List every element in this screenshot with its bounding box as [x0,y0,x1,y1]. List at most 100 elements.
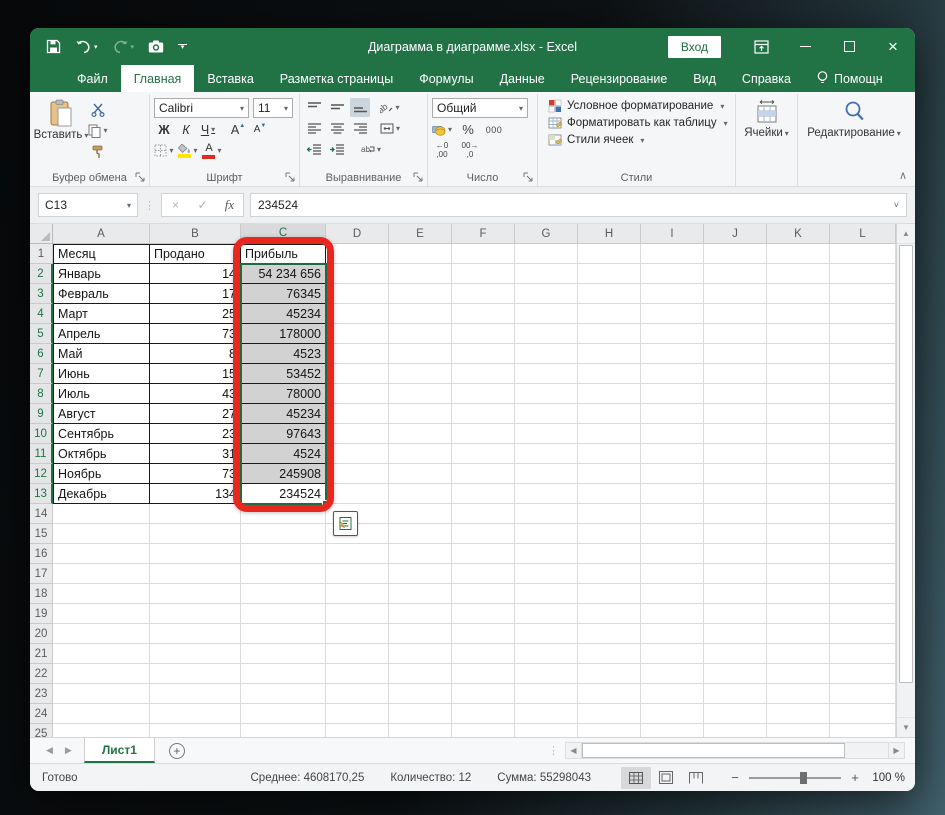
row-header-4[interactable]: 4 [30,304,53,324]
alignment-dialog-launcher[interactable] [413,172,424,183]
tab-page-layout[interactable]: Разметка страницы [267,65,406,92]
cell-B20[interactable] [150,624,241,644]
cell-K5[interactable] [767,324,830,344]
cell-F13[interactable] [452,484,515,504]
cell-I25[interactable] [641,724,704,737]
cell-E25[interactable] [389,724,452,737]
cell-C8[interactable]: 78000 [241,384,326,404]
cell-C2[interactable]: 54 234 656 [241,264,326,284]
accounting-format-button[interactable] [432,120,452,139]
cell-C19[interactable] [241,604,326,624]
increase-indent-button[interactable] [327,140,347,159]
cell-I22[interactable] [641,664,704,684]
cell-B25[interactable] [150,724,241,737]
cell-H3[interactable] [578,284,641,304]
cell-H24[interactable] [578,704,641,724]
align-top-button[interactable] [304,98,324,117]
cell-J1[interactable] [704,244,767,264]
cell-K3[interactable] [767,284,830,304]
cell-B8[interactable]: 43 [150,384,241,404]
cell-B14[interactable] [150,504,241,524]
cell-K8[interactable] [767,384,830,404]
cell-G1[interactable] [515,244,578,264]
cell-E12[interactable] [389,464,452,484]
maximize-button[interactable] [827,28,871,65]
cell-F3[interactable] [452,284,515,304]
cell-I24[interactable] [641,704,704,724]
tab-home[interactable]: Главная [121,65,195,92]
cell-F10[interactable] [452,424,515,444]
cell-I4[interactable] [641,304,704,324]
cell-L21[interactable] [830,644,896,664]
cell-B24[interactable] [150,704,241,724]
cell-F24[interactable] [452,704,515,724]
cell-A24[interactable] [53,704,150,724]
cell-B11[interactable]: 31 [150,444,241,464]
scroll-down-arrow[interactable]: ▼ [897,717,915,737]
row-header-2[interactable]: 2 [30,264,53,284]
cell-D9[interactable] [326,404,389,424]
cell-I6[interactable] [641,344,704,364]
cell-L12[interactable] [830,464,896,484]
cell-C5[interactable]: 178000 [241,324,326,344]
cell-K4[interactable] [767,304,830,324]
cell-L2[interactable] [830,264,896,284]
column-header-H[interactable]: H [578,224,641,244]
font-dialog-launcher[interactable] [285,172,296,183]
cell-J13[interactable] [704,484,767,504]
cell-K12[interactable] [767,464,830,484]
cell-I17[interactable] [641,564,704,584]
cell-I5[interactable] [641,324,704,344]
row-header-22[interactable]: 22 [30,664,53,684]
cell-L9[interactable] [830,404,896,424]
cell-B12[interactable]: 73 [150,464,241,484]
cell-H9[interactable] [578,404,641,424]
cell-L13[interactable] [830,484,896,504]
decrease-indent-button[interactable] [304,140,324,159]
cell-B15[interactable] [150,524,241,544]
row-header-1[interactable]: 1 [30,244,53,264]
cell-L25[interactable] [830,724,896,737]
cell-H23[interactable] [578,684,641,704]
cell-J16[interactable] [704,544,767,564]
cell-C9[interactable]: 45234 [241,404,326,424]
conditional-formatting-button[interactable]: Условное форматирование [548,99,728,113]
row-header-13[interactable]: 13 [30,484,53,504]
cell-J9[interactable] [704,404,767,424]
cell-E21[interactable] [389,644,452,664]
cell-A21[interactable] [53,644,150,664]
row-header-12[interactable]: 12 [30,464,53,484]
cell-F21[interactable] [452,644,515,664]
cell-A18[interactable] [53,584,150,604]
cell-J12[interactable] [704,464,767,484]
cell-J24[interactable] [704,704,767,724]
cell-K21[interactable] [767,644,830,664]
cell-I18[interactable] [641,584,704,604]
cell-K17[interactable] [767,564,830,584]
cell-K14[interactable] [767,504,830,524]
cell-C25[interactable] [241,724,326,737]
cell-F11[interactable] [452,444,515,464]
cell-D17[interactable] [326,564,389,584]
decrease-decimal-button[interactable]: 00→,0 [460,141,480,160]
cell-E16[interactable] [389,544,452,564]
cell-I3[interactable] [641,284,704,304]
cell-J10[interactable] [704,424,767,444]
cell-B4[interactable]: 25 [150,304,241,324]
fill-handle[interactable] [322,500,329,507]
cell-I7[interactable] [641,364,704,384]
cell-K22[interactable] [767,664,830,684]
cell-A7[interactable]: Июнь [53,364,150,384]
cell-J5[interactable] [704,324,767,344]
row-header-6[interactable]: 6 [30,344,53,364]
italic-button[interactable]: К [176,120,196,139]
column-header-G[interactable]: G [515,224,578,244]
cell-D19[interactable] [326,604,389,624]
cell-J25[interactable] [704,724,767,737]
column-header-B[interactable]: B [150,224,241,244]
cell-H11[interactable] [578,444,641,464]
cell-I13[interactable] [641,484,704,504]
row-header-18[interactable]: 18 [30,584,53,604]
cell-D18[interactable] [326,584,389,604]
cell-J7[interactable] [704,364,767,384]
